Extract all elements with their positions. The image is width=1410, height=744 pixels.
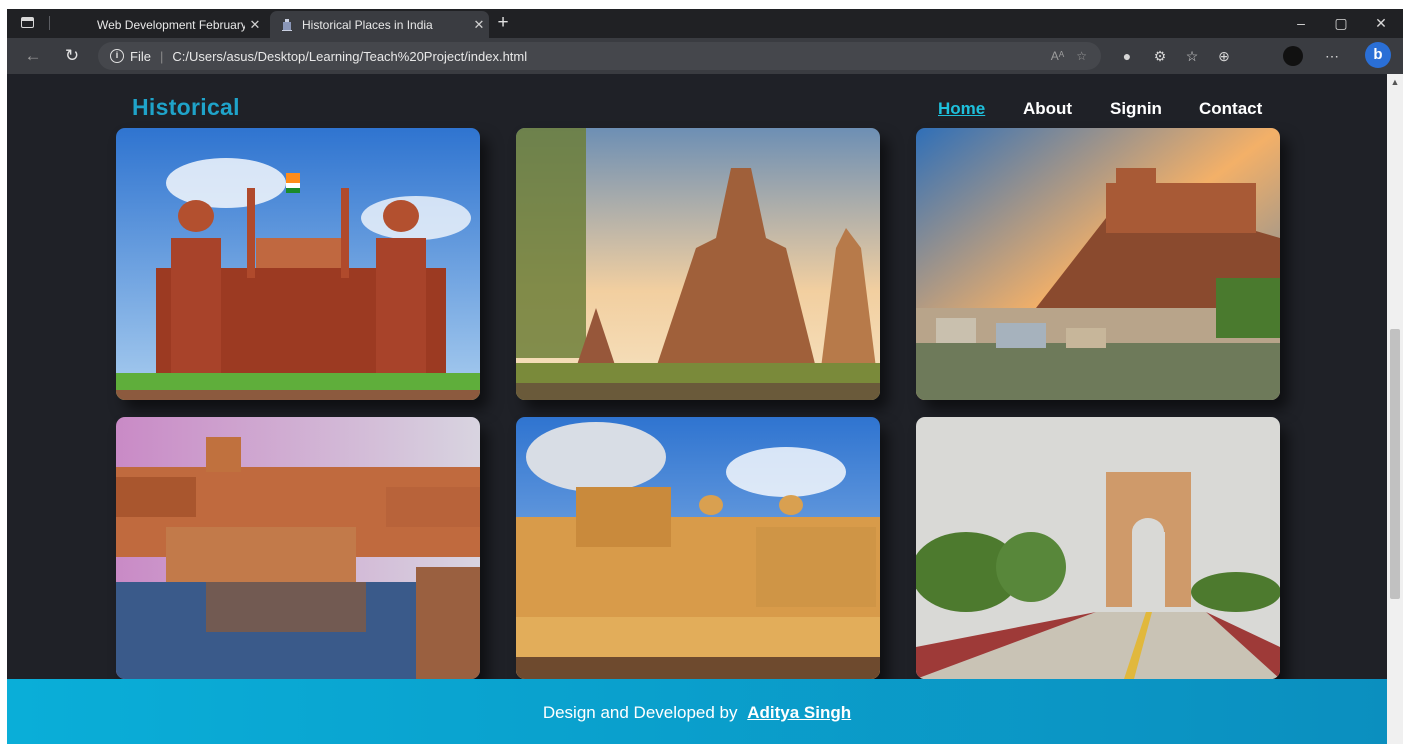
site-logo[interactable]: Historical (132, 94, 240, 121)
tab-title: Web Development February_202 (97, 17, 245, 32)
read-aloud-icon[interactable]: Aᴬ (1051, 49, 1064, 63)
footer-author-link[interactable]: Aditya Singh (747, 703, 851, 722)
gallery-card-mehrangarh[interactable] (916, 128, 1280, 400)
scroll-up-arrow-icon[interactable]: ▲ (1387, 74, 1403, 90)
favorites-icon[interactable]: ☆ (1182, 46, 1202, 66)
extension-icon[interactable]: ● (1117, 46, 1137, 66)
tab-separator (49, 16, 50, 30)
minimize-button[interactable]: – (1289, 13, 1313, 33)
fatehpur-sikri-image (116, 417, 480, 679)
red-fort-image (116, 128, 480, 400)
scrollbar-thumb[interactable] (1390, 329, 1400, 599)
reload-button[interactable]: ↻ (60, 45, 84, 67)
browser-window: Web Development February_202 ✕ Historica… (7, 9, 1403, 744)
scheme-label: File (130, 48, 151, 64)
close-tab-icon[interactable]: ✕ (469, 17, 489, 33)
extensions-icon[interactable]: ⚙ (1150, 46, 1170, 66)
gallery-card-khajuraho[interactable] (516, 128, 880, 400)
maximize-button[interactable]: ▢ (1329, 13, 1353, 33)
nav-contact-link[interactable]: Contact (1199, 99, 1262, 119)
site-footer: Design and Developed by Aditya Singh (7, 679, 1387, 744)
khajuraho-temple-image (516, 128, 880, 400)
more-options-icon[interactable]: ⋯ (1322, 46, 1342, 66)
tab-title: Historical Places in India (302, 17, 433, 32)
page-scrollbar[interactable]: ▲ (1387, 74, 1403, 744)
profile-avatar[interactable] (1283, 46, 1303, 66)
tab-bar: Web Development February_202 ✕ Historica… (7, 9, 1403, 38)
nav-signin-link[interactable]: Signin (1110, 99, 1162, 119)
mehrangarh-fort-image (916, 128, 1280, 400)
tab-actions-icon[interactable] (21, 17, 34, 28)
page-favicon-icon (75, 18, 89, 32)
nav-about-link[interactable]: About (1023, 99, 1072, 119)
close-window-button[interactable]: ✕ (1369, 13, 1393, 33)
address-bar[interactable]: i File | C:/Users/asus/Desktop/Learning/… (98, 42, 1101, 70)
back-button[interactable]: ← (21, 45, 45, 67)
url-text[interactable]: C:/Users/asus/Desktop/Learning/Teach%20P… (172, 49, 527, 64)
tab-historical-places[interactable]: Historical Places in India ✕ (270, 11, 489, 38)
address-toolbar: ← ↻ i File | C:/Users/asus/Desktop/Learn… (7, 38, 1403, 74)
footer-credit-text: Design and Developed by (542, 703, 738, 722)
add-favorite-icon[interactable]: ☆ (1076, 49, 1087, 63)
collections-icon[interactable]: ⊕ (1214, 46, 1234, 66)
amer-fort-image (516, 417, 880, 679)
gallery-card-india-gate[interactable] (916, 417, 1280, 679)
nav-home-link[interactable]: Home (938, 99, 985, 119)
address-divider: | (159, 48, 164, 64)
bing-copilot-icon[interactable]: b (1365, 42, 1391, 68)
india-gate-image (916, 417, 1280, 679)
site-favicon-icon (280, 18, 294, 32)
site-info-icon[interactable]: i (110, 49, 124, 63)
tab-web-development[interactable]: Web Development February_202 ✕ (65, 11, 265, 38)
gallery-card-fatehpur-sikri[interactable] (116, 417, 480, 679)
gallery-card-red-fort[interactable] (116, 128, 480, 400)
page-viewport: Historical Home About Signin Contact Des… (7, 74, 1387, 744)
gallery-card-amer-fort[interactable] (516, 417, 880, 679)
close-tab-icon[interactable]: ✕ (245, 17, 265, 33)
new-tab-button[interactable]: + (492, 12, 514, 34)
